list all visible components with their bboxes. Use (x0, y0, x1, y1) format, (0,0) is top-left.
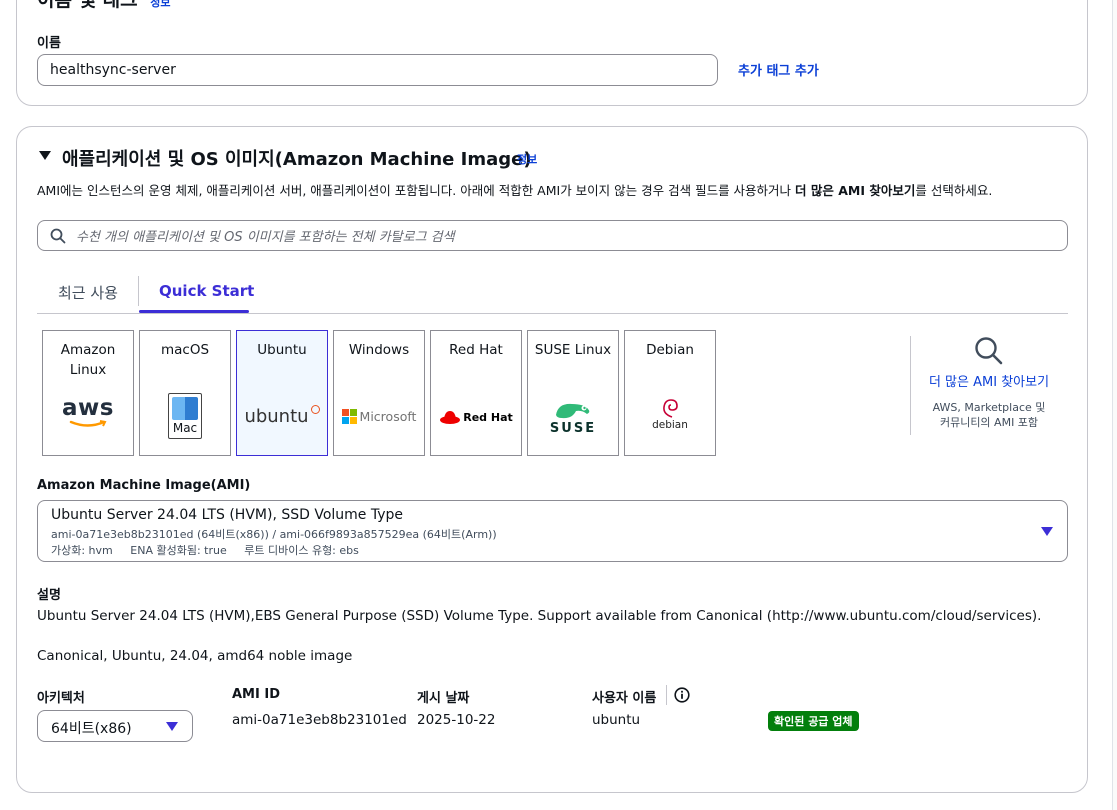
ami-select[interactable]: Ubuntu Server 24.04 LTS (HVM), SSD Volum… (37, 500, 1068, 562)
publish-date-label: 게시 날짜 (417, 691, 470, 706)
username-value: ubuntu (592, 712, 641, 728)
ami-info-link[interactable]: 정보 (517, 151, 537, 167)
browse-more-divider (910, 336, 911, 435)
tab-separator (138, 276, 139, 306)
os-card-suse-linux[interactable]: SUSE Linux SUSE (527, 330, 619, 456)
ami-description-suffix: 를 선택하세요. (915, 183, 993, 198)
publish-date-value: 2025-10-22 (417, 712, 496, 728)
description-label: 설명 (37, 588, 61, 603)
ami-id-label: AMI ID (232, 687, 280, 702)
search-placeholder: 수천 개의 애플리케이션 및 OS 이미지를 포함하는 전체 카탈로그 검색 (76, 230, 455, 245)
os-card-label: Ubuntu (257, 342, 307, 358)
ami-description-prefix: AMI에는 인스턴스의 운영 체제, 애플리케이션 서버, 애플리케이션이 포함… (37, 183, 796, 198)
os-card-red-hat[interactable]: Red Hat Red Hat (430, 330, 522, 456)
os-card-label: macOS (160, 342, 210, 358)
ami-search-input[interactable]: 수천 개의 애플리케이션 및 OS 이미지를 포함하는 전체 카탈로그 검색 (37, 220, 1068, 251)
suse-logo-icon: SUSE (528, 401, 618, 436)
chevron-down-icon (1041, 527, 1053, 536)
ami-select-ids: ami-0a71e3eb8b23101ed (64비트(x86)) / ami-… (51, 528, 497, 541)
ami-label: Amazon Machine Image(AMI) (37, 478, 251, 493)
scrollbar-track[interactable] (1112, 0, 1117, 810)
info-icon[interactable] (674, 687, 690, 707)
description-text-secondary: Canonical, Ubuntu, 24.04, amd64 noble im… (37, 648, 353, 664)
aws-logo-text: aws (62, 395, 114, 421)
os-card-ubuntu[interactable]: Ubuntu ubuntu (236, 330, 328, 456)
name-tags-title: 이름 및 태그 (37, 0, 138, 11)
add-tags-link[interactable]: 추가 태그 추가 (738, 60, 819, 79)
browse-more-label[interactable]: 더 많은 AMI 찾아보기 (920, 371, 1058, 390)
microsoft-logo-icon: Microsoft (334, 409, 424, 424)
ami-select-title: Ubuntu Server 24.04 LTS (HVM), SSD Volum… (51, 507, 404, 523)
architecture-label: 아키텍처 (37, 691, 85, 706)
ami-panel: 애플리케이션 및 OS 이미지(Amazon Machine Image) 정보… (16, 126, 1088, 793)
ami-meta-virtualization: 가상화: hvm (51, 544, 113, 557)
search-icon (50, 228, 66, 243)
ami-description-bold: 더 많은 AMI 찾아보기 (795, 183, 916, 198)
ami-meta-ena: ENA 활성화됨: true (130, 544, 227, 557)
os-card-windows[interactable]: Windows Microsoft (333, 330, 425, 456)
architecture-value: 64비트(x86) (51, 721, 132, 737)
browse-more-subtext-line: 커뮤니티의 AMI 포함 (939, 416, 1039, 429)
suse-logo-text: SUSE (549, 421, 597, 436)
ami-id-value: ami-0a71e3eb8b23101ed (232, 712, 407, 728)
name-input-value: healthsync-server (50, 62, 176, 78)
os-card-debian[interactable]: Debian debian (624, 330, 716, 456)
os-card-label: Debian (646, 342, 694, 358)
name-label: 이름 (37, 36, 61, 51)
tab-recent[interactable]: 최근 사용 (58, 282, 118, 303)
tab-quick-start[interactable]: Quick Start (159, 282, 254, 300)
os-card-amazon-linux[interactable]: Amazon Linux aws (42, 330, 134, 456)
browse-more-subtext: AWS, Marketplace 및 커뮤니티의 AMI 포함 (920, 400, 1058, 430)
ami-description: AMI에는 인스턴스의 운영 체제, 애플리케이션 서버, 애플리케이션이 포함… (37, 180, 992, 199)
name-input[interactable]: healthsync-server (37, 54, 718, 86)
browse-more-ami[interactable]: 더 많은 AMI 찾아보기 AWS, Marketplace 및 커뮤니티의 A… (920, 336, 1058, 430)
name-and-tags-panel: 이름 및 태그 정보 이름 healthsync-server 추가 태그 추가 (16, 0, 1088, 106)
os-card-label: SUSE Linux (534, 342, 612, 358)
debian-logo-icon: debian (625, 397, 715, 431)
debian-logo-text: debian (652, 419, 688, 431)
aws-logo-icon: aws (43, 397, 133, 428)
ami-select-meta: 가상화: hvm ENA 활성화됨: true 루트 디바이스 유형: ebs (51, 542, 359, 558)
section-title: 이름 및 태그 정보 (37, 0, 171, 12)
browse-more-subtext-line: AWS, Marketplace 및 (932, 401, 1046, 414)
mac-logo-text: Mac (172, 421, 198, 435)
info-link[interactable]: 정보 (150, 0, 170, 9)
ami-meta-root-device: 루트 디바이스 유형: ebs (244, 544, 359, 557)
os-card-label: Red Hat (449, 342, 503, 358)
search-icon (975, 337, 1003, 365)
verified-provider-badge: 확인된 공급 업체 (768, 711, 859, 731)
microsoft-logo-text: Microsoft (359, 409, 417, 424)
collapse-toggle[interactable] (39, 151, 51, 160)
tabs-bottom-border (37, 313, 1068, 314)
ubuntu-logo-icon: ubuntu (237, 405, 327, 427)
os-card-label: Amazon Linux (60, 342, 116, 378)
caret-down-icon (39, 151, 51, 160)
ami-section-title: 애플리케이션 및 OS 이미지(Amazon Machine Image) (62, 149, 532, 170)
ubuntu-logo-text: ubuntu (244, 406, 309, 427)
architecture-select[interactable]: 64비트(x86) (37, 710, 193, 742)
os-card-label: Windows (348, 342, 410, 358)
username-label: 사용자 이름 (592, 691, 657, 706)
chevron-down-icon (166, 722, 178, 731)
description-text: Ubuntu Server 24.04 LTS (HVM),EBS Genera… (37, 608, 1042, 624)
redhat-logo-text: Red Hat (463, 410, 513, 424)
os-card-macos[interactable]: macOS Mac (139, 330, 231, 456)
mac-logo-icon: Mac (140, 393, 230, 439)
username-divider (666, 685, 667, 705)
redhat-logo-icon: Red Hat (431, 409, 521, 425)
